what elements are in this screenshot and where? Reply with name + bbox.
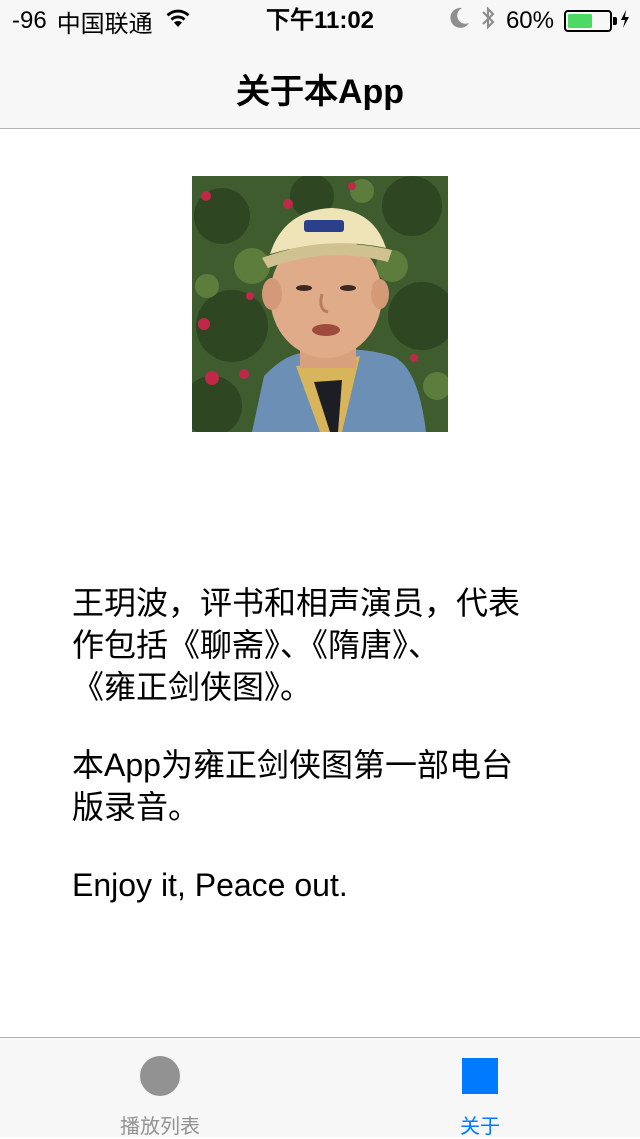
about-paragraph-signoff: Enjoy it, Peace out. [72, 867, 348, 903]
status-right: 60% [450, 5, 630, 38]
page-title: 关于本App [235, 73, 405, 111]
moon-icon [450, 7, 470, 36]
about-paragraph-app: 本App为雍正剑侠图第一部电台 版录音。 [72, 747, 513, 825]
tab-playlist[interactable]: 播放列表 [0, 1038, 320, 1138]
circle-icon [140, 1056, 180, 1096]
tab-bar: 播放列表 关于 [0, 1037, 640, 1138]
about-text: 王玥波，评书和相声演员，代表 作包括《聊斋》、《隋唐》、 《雍正剑侠图》。 本A… [72, 582, 572, 906]
battery-fill [568, 14, 592, 28]
battery-percent: 60% [505, 7, 554, 34]
status-bar: -96 中国联通 下午11:02 60% [0, 0, 640, 40]
navigation-bar: 关于本App [0, 40, 640, 129]
bluetooth-icon [480, 5, 496, 38]
tab-about[interactable]: 关于 [320, 1038, 640, 1138]
tab-about-label: 关于 [460, 1116, 500, 1138]
about-paragraph-bio: 王玥波，评书和相声演员，代表 作包括《聊斋》、《隋唐》、 《雍正剑侠图》。 [72, 585, 521, 705]
square-icon [462, 1058, 498, 1094]
portrait-photo [192, 176, 448, 432]
battery-icon [564, 10, 617, 32]
charging-bolt-icon [620, 7, 630, 35]
tab-playlist-label: 播放列表 [120, 1116, 200, 1138]
